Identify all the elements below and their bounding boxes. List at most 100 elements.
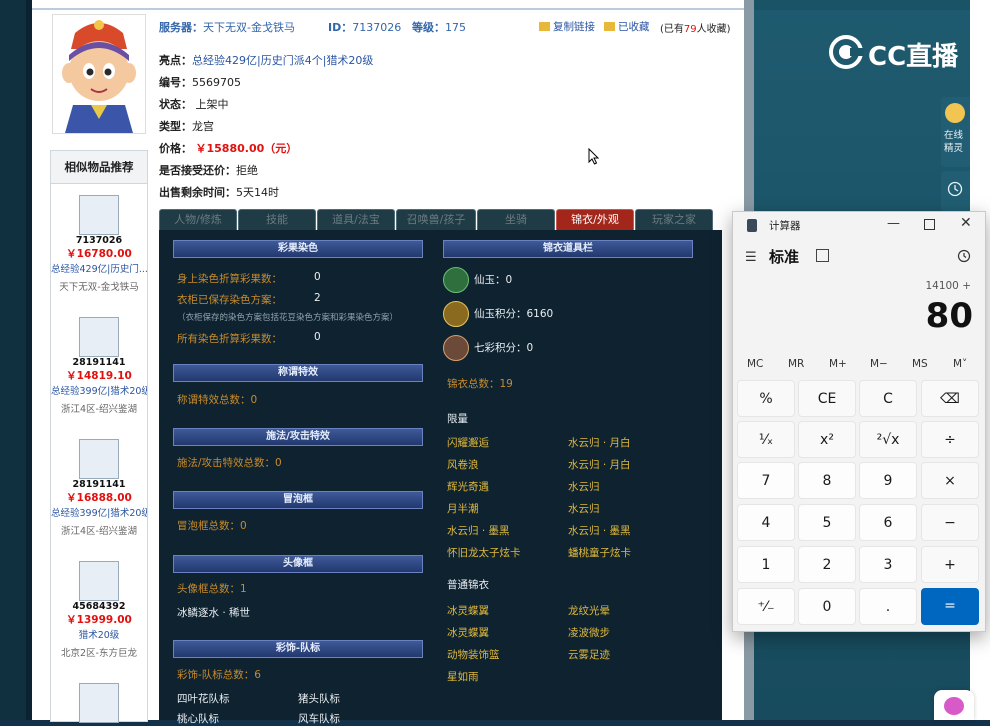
top-divider [32,8,744,10]
sqrt-button[interactable]: ²√x [859,421,917,458]
digit-7-button[interactable]: 7 [737,462,795,499]
backspace-button[interactable]: ⌫ [921,380,979,417]
highlight-1[interactable]: 总经验429亿 [192,54,257,67]
keep-on-top-icon[interactable] [816,249,829,262]
dye-row-2-value: 2 [314,292,321,304]
subtract-button[interactable]: − [921,504,979,541]
rec-thumb-icon [79,439,119,479]
dye-total-value: 0 [314,331,321,343]
avatar-frame-item: 冰鳞逐水 · 稀世 [177,607,251,619]
memory-list-button[interactable]: M˅ [953,358,967,370]
calculator-app-icon [747,219,757,232]
rec-item[interactable]: 45684392 ￥13999.00 猎术20级 北京2区-东方巨龙 [51,561,147,659]
limited-item: 水云归 · 墨黑 [447,525,510,537]
normal-item: 凌波微步 [568,627,610,639]
history-icon[interactable] [957,249,971,263]
minimize-icon[interactable]: — [887,216,900,231]
percent-button[interactable]: % [737,380,795,417]
negate-button[interactable]: ⁺⁄₋ [737,588,795,625]
memory-recall-button[interactable]: MR [788,358,804,370]
tab-player-home[interactable]: 玩家之家 [635,209,713,230]
tab-outfits[interactable]: 锦衣/外观 [556,209,634,230]
cc-logo-icon [829,35,864,69]
rec-item[interactable]: 28191141 ￥14819.10 总经验399亿|猎术20级 浙江4区-绍兴… [51,317,147,415]
digit-8-button[interactable]: 8 [798,462,856,499]
tab-mounts[interactable]: 坐骑 [477,209,555,230]
tab-skills[interactable]: 技能 [238,209,316,230]
section-wardrobe: 锦衣道具栏 [443,240,693,258]
rec-item[interactable] [51,683,147,723]
favorite-button[interactable]: 已收藏 [604,19,650,34]
digit-0-button[interactable]: 0 [798,588,856,625]
assistant-button[interactable] [934,690,974,720]
highlight-3[interactable]: 猎术20级 [326,54,373,67]
team-item: 桃心队标 [177,713,219,725]
limited-item: 水云归 · 墨黑 [568,525,631,537]
close-icon[interactable]: ✕ [960,215,972,231]
section-spell-fx: 施法/攻击特效 [173,428,423,446]
multiply-button[interactable]: × [921,462,979,499]
qicai-points-label: 七彩积分：0 [474,342,534,354]
highlight-2[interactable]: 历史门派4个 [261,54,323,67]
tab-items[interactable]: 道具/法宝 [317,209,395,230]
clear-entry-button[interactable]: CE [798,380,856,417]
section-dye: 彩果染色 [173,240,423,258]
reciprocal-button[interactable]: ¹⁄ₓ [737,421,795,458]
similar-items-title: 相似物品推荐 [51,151,147,184]
limited-title: 限量 [447,413,468,425]
rec-item[interactable]: 28191141 ￥16888.00 总经验399亿|猎术20级 浙江4区-绍兴… [51,439,147,537]
memory-clear-button[interactable]: MC [747,358,763,370]
id-value: 7137026 [352,21,402,34]
calc-window-title: 计算器 [769,220,801,232]
tab-character[interactable]: 人物/修炼 [159,209,237,230]
square-button[interactable]: x² [798,421,856,458]
rec-item[interactable]: 7137026 ￥16780.00 总经验429亿|历史门... 天下无双-金戈… [51,195,147,293]
price-row: 价格： ￥15880.00（元） [159,142,298,155]
character-avatar [52,14,146,134]
tab-pets[interactable]: 召唤兽/孩子 [396,209,476,230]
character-portrait-icon [53,15,145,133]
normal-item: 星如雨 [447,671,479,683]
digit-1-button[interactable]: 1 [737,546,795,583]
section-avatar-frame: 头像框 [173,555,423,573]
clock-icon [947,181,963,197]
digit-2-button[interactable]: 2 [798,546,856,583]
xianyu-points-label: 仙玉积分：6160 [474,308,554,320]
digit-4-button[interactable]: 4 [737,504,795,541]
add-button[interactable]: + [921,546,979,583]
dye-note: （衣柜保存的染色方案包括花豆染色方案和彩果染色方案） [177,313,399,323]
team-item: 四叶花队标 [177,693,230,705]
memory-add-button[interactable]: M+ [829,358,847,370]
recent-button[interactable] [941,171,970,211]
cc-live-logo[interactable]: CC直播 [828,34,966,72]
digit-5-button[interactable]: 5 [798,504,856,541]
left-dark-border [0,0,26,720]
section-team-badge: 彩饰-队标 [173,640,423,658]
digit-3-button[interactable]: 3 [859,546,917,583]
dye-row-2: 衣柜已保存染色方案： [177,294,282,306]
calc-titlebar[interactable]: 计算器 — ✕ [733,212,985,238]
digit-9-button[interactable]: 9 [859,462,917,499]
memory-store-button[interactable]: MS [912,358,928,370]
memory-subtract-button[interactable]: M− [870,358,888,370]
menu-hamburger-icon[interactable]: ☰ [745,250,757,265]
maximize-icon[interactable] [924,219,935,230]
avatar-frame-total: 头像框总数：1 [177,583,247,595]
team-total: 彩饰-队标总数：6 [177,669,261,681]
outfit-total: 锦衣总数：19 [447,378,513,390]
equals-button[interactable]: = [921,588,979,625]
online-sprite-button[interactable]: 在线 精灵 [941,97,970,167]
id-info: ID：7137026 [328,21,402,34]
clear-button[interactable]: C [859,380,917,417]
digit-6-button[interactable]: 6 [859,504,917,541]
mouse-cursor-icon [588,148,600,165]
limited-item: 月半潮 [447,503,479,515]
dye-row-1-value: 0 [314,271,321,283]
decimal-button[interactable]: . [859,588,917,625]
price-value: ￥15880.00（元） [195,142,298,155]
copy-link-button[interactable]: 复制链接 [539,19,595,34]
outfit-panel: 彩果染色 身上染色折算彩果数： 0 衣柜已保存染色方案： 2 （衣柜保存的染色方… [159,230,722,725]
rec-thumb-icon [79,561,119,601]
spell-fx-total: 施法/攻击特效总数：0 [177,457,282,469]
divide-button[interactable]: ÷ [921,421,979,458]
